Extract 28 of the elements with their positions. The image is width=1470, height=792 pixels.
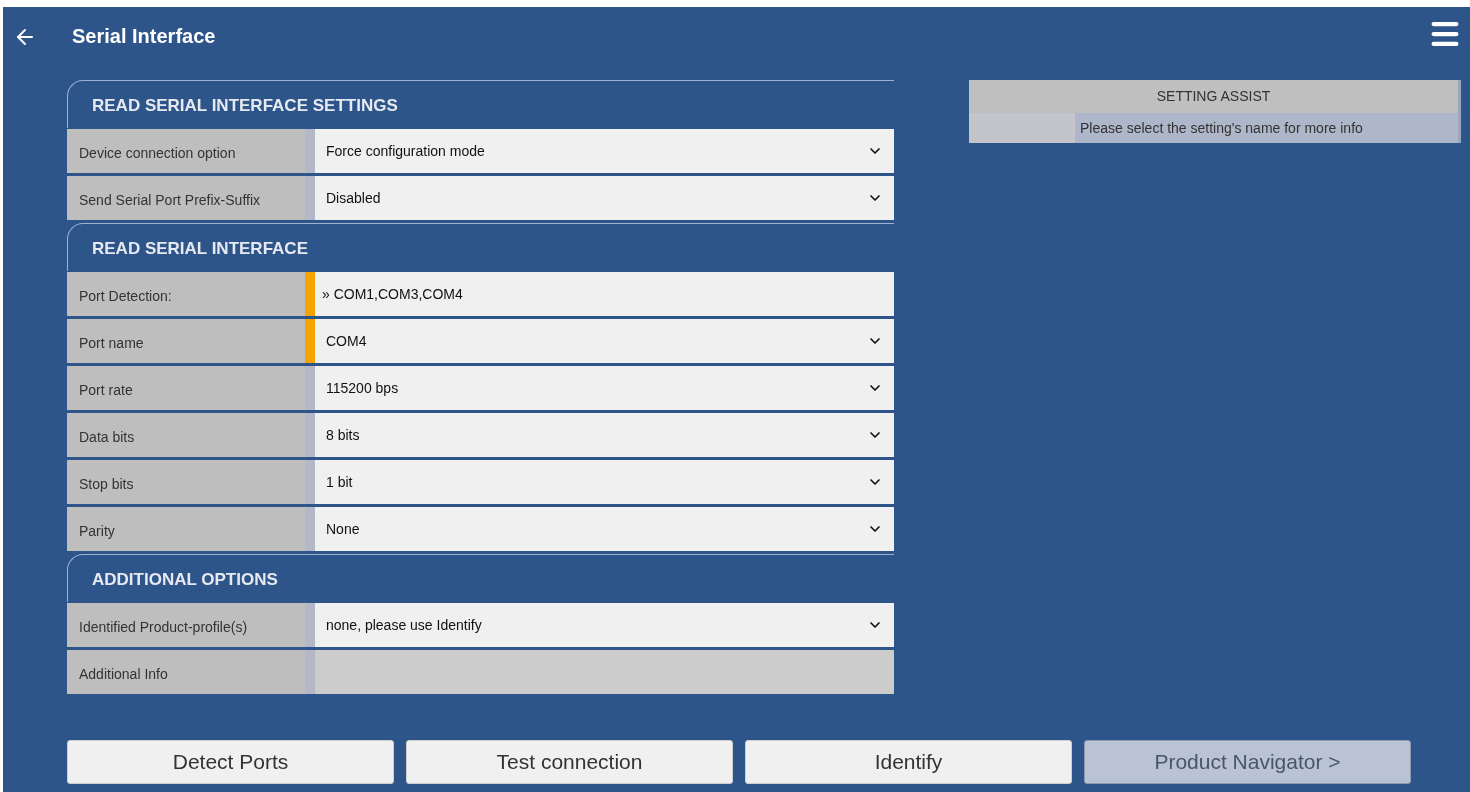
action-button[interactable]: Identify <box>745 740 1072 784</box>
dropdown[interactable]: COM4 <box>315 319 894 363</box>
dropdown[interactable]: None <box>315 507 894 551</box>
setting-label[interactable]: Parity <box>67 507 305 551</box>
assist-message: Please select the setting's name for more info <box>1075 113 1458 143</box>
setting-label[interactable]: Device connection option <box>67 129 305 173</box>
setting-label[interactable]: Send Serial Port Prefix-Suffix <box>67 176 305 220</box>
setting-label[interactable]: Port name <box>67 319 305 363</box>
setting-label[interactable]: Port Detection: <box>67 272 305 316</box>
dropdown[interactable]: none, please use Identify <box>315 603 894 647</box>
section-heading: READ SERIAL INTERFACE SETTINGS <box>92 94 398 117</box>
dropdown[interactable]: Disabled <box>315 176 894 220</box>
setting-label[interactable]: Identified Product-profile(s) <box>67 603 305 647</box>
setting-label[interactable]: Additional Info <box>67 650 305 694</box>
dropdown[interactable]: Force configuration mode <box>315 129 894 173</box>
setting-label[interactable]: Data bits <box>67 413 305 457</box>
dropdown[interactable]: 8 bits <box>315 413 894 457</box>
page-title: Serial Interface <box>72 24 216 49</box>
action-button[interactable]: Detect Ports <box>67 740 394 784</box>
setting-label[interactable]: Stop bits <box>67 460 305 504</box>
setting-label[interactable]: Port rate <box>67 366 305 410</box>
section-heading: ADDITIONAL OPTIONS <box>92 568 278 591</box>
dropdown[interactable]: 115200 bps <box>315 366 894 410</box>
action-button[interactable]: Test connection <box>406 740 733 784</box>
section-heading: READ SERIAL INTERFACE <box>92 237 308 260</box>
panel-title: SETTING ASSIST <box>1155 87 1272 106</box>
dropdown[interactable]: 1 bit <box>315 460 894 504</box>
text-field[interactable]: » COM1,COM3,COM4 <box>315 272 894 316</box>
